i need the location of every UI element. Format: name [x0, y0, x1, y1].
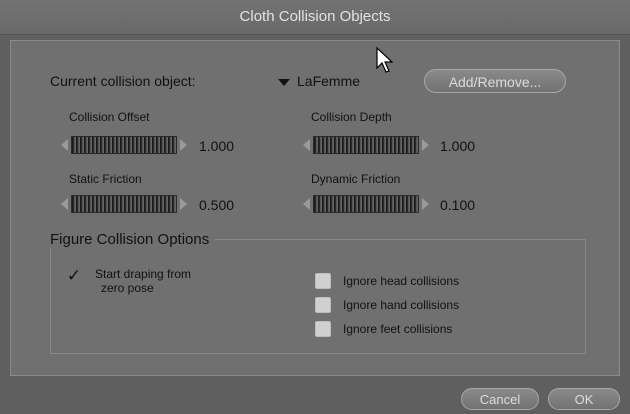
ignore-feet-label: Ignore feet collisions — [343, 322, 453, 336]
dial-track[interactable] — [71, 136, 177, 154]
start-draping-checkbox[interactable]: ✓ — [66, 267, 82, 284]
increase-arrow-icon[interactable] — [422, 198, 429, 210]
static-friction-label: Static Friction — [69, 172, 142, 186]
dial-track[interactable] — [313, 195, 419, 213]
collision-depth-dial[interactable] — [303, 136, 429, 154]
window-title: Cloth Collision Objects — [0, 0, 630, 35]
collision-depth-value[interactable]: 1.000 — [440, 138, 475, 154]
ignore-head-checkbox[interactable] — [315, 273, 331, 289]
object-dropdown-value[interactable]: LaFemme — [297, 73, 360, 89]
start-draping-label-line1: Start draping from — [95, 267, 192, 281]
decrease-arrow-icon[interactable] — [61, 139, 68, 151]
dial-track[interactable] — [313, 136, 419, 154]
ignore-head-label: Ignore head collisions — [343, 274, 460, 288]
dynamic-friction-value[interactable]: 0.100 — [440, 197, 475, 213]
decrease-arrow-icon[interactable] — [303, 198, 310, 210]
figure-collision-options-title: Figure Collision Options — [50, 231, 216, 248]
current-object-label: Current collision object: — [50, 73, 196, 89]
ignore-feet-checkbox[interactable] — [315, 321, 331, 337]
cancel-button[interactable]: Cancel — [461, 388, 539, 410]
object-dropdown-arrow-icon[interactable] — [278, 79, 290, 86]
dial-track[interactable] — [71, 195, 177, 213]
increase-arrow-icon[interactable] — [422, 139, 429, 151]
static-friction-dial[interactable] — [61, 195, 187, 213]
decrease-arrow-icon[interactable] — [303, 139, 310, 151]
ignore-hand-checkbox[interactable] — [315, 297, 331, 313]
increase-arrow-icon[interactable] — [180, 198, 187, 210]
collision-offset-dial[interactable] — [61, 136, 187, 154]
decrease-arrow-icon[interactable] — [61, 198, 68, 210]
dynamic-friction-label: Dynamic Friction — [311, 172, 401, 186]
collision-offset-label: Collision Offset — [69, 110, 150, 124]
collision-offset-value[interactable]: 1.000 — [199, 138, 234, 154]
collision-depth-label: Collision Depth — [311, 110, 392, 124]
mouse-cursor-icon — [376, 46, 394, 73]
dynamic-friction-dial[interactable] — [303, 195, 429, 213]
add-remove-button[interactable]: Add/Remove... — [424, 69, 566, 93]
increase-arrow-icon[interactable] — [180, 139, 187, 151]
static-friction-value[interactable]: 0.500 — [199, 197, 234, 213]
ignore-hand-label: Ignore hand collisions — [343, 298, 460, 312]
start-draping-label-line2: zero pose — [101, 281, 154, 295]
ok-button[interactable]: OK — [548, 388, 620, 410]
